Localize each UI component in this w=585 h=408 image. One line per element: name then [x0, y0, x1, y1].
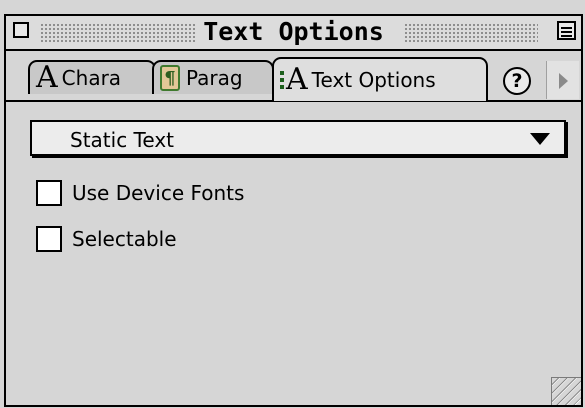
selectable-checkbox[interactable]: [36, 226, 62, 252]
selectable-label: Selectable: [72, 227, 177, 251]
tab-scroll-right-button[interactable]: [546, 61, 579, 99]
text-type-value: Static Text: [70, 128, 174, 152]
selectable-option[interactable]: Selectable: [36, 226, 177, 252]
use-device-fonts-label: Use Device Fonts: [72, 181, 245, 205]
tab-character-label: Chara: [61, 66, 122, 90]
tab-paragraph-label: Parag: [186, 66, 243, 90]
paragraph-icon: ¶: [160, 65, 180, 91]
help-button[interactable]: ?: [503, 67, 531, 95]
window-title: Text Options: [195, 17, 392, 46]
tab-paragraph[interactable]: ¶ Parag: [152, 60, 274, 94]
tab-text-options-label: Text Options: [311, 68, 436, 92]
tab-strip: A Chara ¶ Parag A Text Options ?: [6, 51, 581, 101]
collapse-box[interactable]: [557, 21, 576, 40]
text-options-dots-icon: [280, 71, 284, 89]
dropdown-arrow-icon: [530, 133, 550, 145]
tab-text-options[interactable]: A Text Options: [272, 57, 488, 101]
use-device-fonts-option[interactable]: Use Device Fonts: [36, 180, 244, 206]
text-type-dropdown[interactable]: Static Text: [30, 120, 566, 156]
text-options-icon: A: [286, 62, 308, 97]
character-icon: A: [36, 60, 58, 94]
title-bar[interactable]: Text Options: [6, 16, 581, 51]
tab-character[interactable]: A Chara: [28, 60, 156, 94]
text-options-panel: Text Options A Chara ¶ Parag A Text Opti…: [4, 14, 583, 407]
resize-grip-icon[interactable]: [551, 377, 581, 405]
use-device-fonts-checkbox[interactable]: [36, 180, 62, 206]
